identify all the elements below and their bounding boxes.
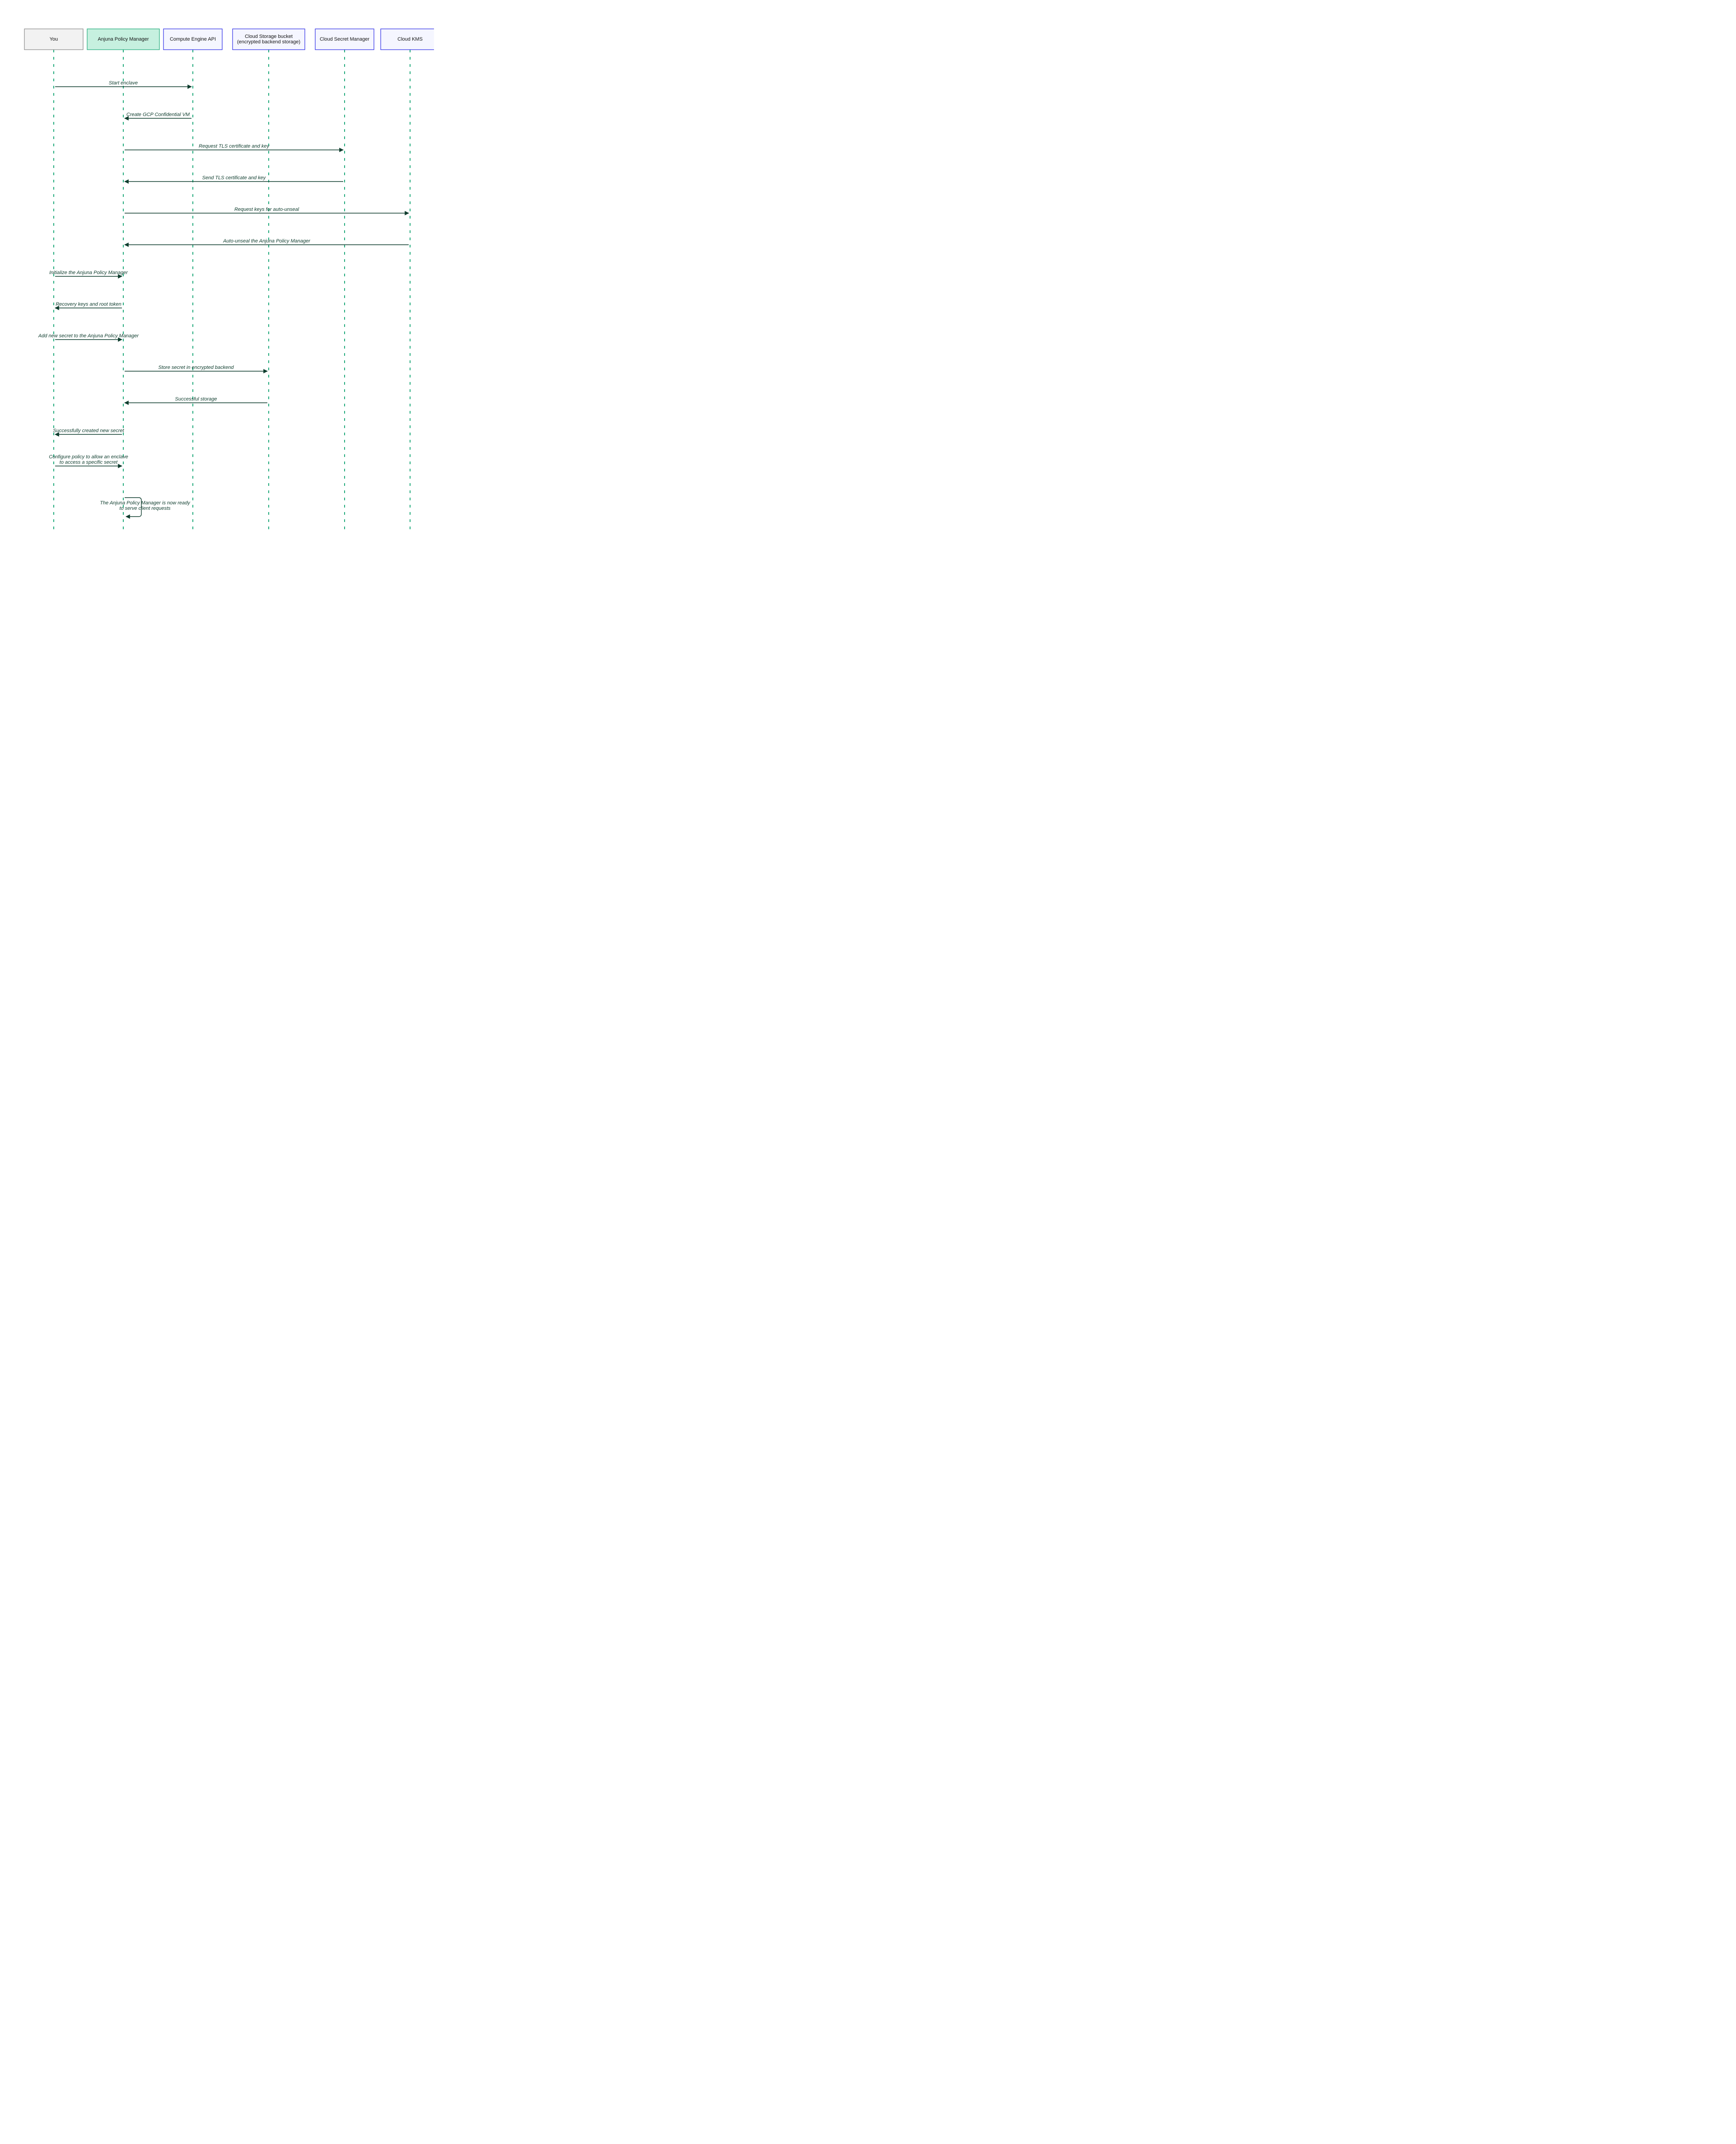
message-label: Add new secret to the Anjuna Policy Mana… [38,333,140,339]
message-label: Request keys for auto-unseal [234,207,299,212]
message-label: Create GCP Confidential VM [126,112,190,117]
message-label: Request TLS certificate and key [199,144,270,149]
message-label: Send TLS certificate and key [202,175,266,181]
participant-label-gce: Compute Engine API [170,37,216,42]
message-label: Configure policy to allow an enclaveto a… [49,454,128,465]
participant-label-gcs: Cloud Storage bucket(encrypted backend s… [237,34,300,45]
sequence-diagram: You Anjuna Policy Manager Compute Engine A… [0,0,434,536]
message-label: Auto-unseal the Anjuna Policy Manager [223,238,311,244]
participant-label-you: You [50,37,58,42]
message-label: Successfully created new secret [53,428,124,433]
participant-label-kms: Cloud KMS [397,37,423,42]
participant-label-csm: Cloud Secret Manager [320,37,369,42]
message-label: Store secret in encrypted backend [159,365,234,370]
message-label: Start enclave [109,80,138,86]
message-label: Recovery keys and root token [56,302,121,307]
message-label: The Anjuna Policy Manager is now readyto… [100,500,191,511]
participant-label-apm: Anjuna Policy Manager [98,37,149,42]
message-label: Initialize the Anjuna Policy Manager [49,270,128,275]
message-label: Successful storage [175,396,217,402]
